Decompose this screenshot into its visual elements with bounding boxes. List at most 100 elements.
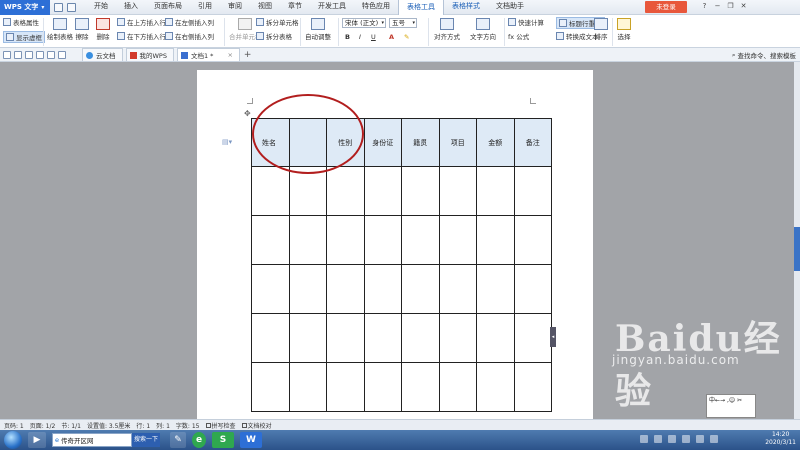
menu-table-style[interactable]: 表格样式	[444, 0, 488, 14]
table-cell[interactable]	[363, 313, 402, 363]
table-cell[interactable]	[401, 215, 440, 265]
ime-toolbar[interactable]: 中←→ ,☺ ✂	[706, 394, 756, 418]
menu-review[interactable]: 审阅	[220, 0, 250, 14]
table-cell[interactable]	[401, 362, 440, 412]
delete-button[interactable]: 删除	[96, 18, 110, 41]
italic-button[interactable]: I	[359, 33, 361, 41]
table-cell[interactable]	[251, 166, 290, 216]
login-button[interactable]: 未登录	[645, 1, 687, 13]
table-cell[interactable]	[438, 215, 477, 265]
ie-address-box[interactable]: e 传奇开区网	[52, 433, 132, 447]
text-direction-button[interactable]: 文字方向	[470, 18, 496, 41]
command-search[interactable]: ⌕ 查找命令、搜索模板	[732, 50, 796, 61]
wps-logo-button[interactable]: WPS 文字 ▾	[0, 0, 50, 15]
search-button[interactable]: 搜索一下	[132, 433, 160, 447]
insert-row-above-button[interactable]: 在上方插入行	[117, 17, 166, 27]
save-icon[interactable]	[14, 50, 22, 59]
quick-calc-button[interactable]: 快速计算	[508, 17, 544, 27]
menu-view[interactable]: 视图	[250, 0, 280, 14]
print-icon[interactable]	[25, 50, 33, 59]
table-cell[interactable]	[476, 215, 515, 265]
table-cell[interactable]	[513, 362, 552, 412]
insert-col-right-button[interactable]: 在右侧插入列	[165, 31, 214, 41]
table-cell[interactable]	[363, 362, 402, 412]
table-cell[interactable]	[288, 264, 327, 314]
erase-button[interactable]: 擦除	[75, 18, 89, 41]
table-move-handle-icon[interactable]: ✥	[244, 110, 252, 118]
media-player-icon[interactable]: ▶	[28, 432, 46, 448]
table-cell[interactable]	[476, 264, 515, 314]
tool-icon[interactable]: ✎	[170, 432, 186, 448]
help-icon[interactable]: ?	[700, 2, 709, 11]
volume-icon[interactable]	[696, 435, 704, 443]
table-properties-button[interactable]: 表格属性	[3, 17, 39, 27]
table-cell[interactable]	[326, 215, 365, 265]
table-cell[interactable]	[438, 264, 477, 314]
insert-col-left-button[interactable]: 在左侧插入列	[165, 17, 214, 27]
table-cell[interactable]	[438, 313, 477, 363]
table-cell[interactable]	[251, 313, 290, 363]
menu-developer[interactable]: 开发工具	[310, 0, 354, 14]
table-cell[interactable]	[363, 215, 402, 265]
formula-button[interactable]: fx 公式	[508, 31, 529, 41]
document-page[interactable]: ✥ ▤▾ 姓名 性别 身份证 籍贯 项目 金额 备注	[197, 70, 593, 419]
open-icon[interactable]	[3, 50, 11, 59]
side-panel-toggle[interactable]: ◂	[550, 327, 556, 347]
font-name-select[interactable]: 宋体 (正文) ▾	[342, 18, 386, 28]
menu-section[interactable]: 章节	[280, 0, 310, 14]
menu-layout[interactable]: 页面布局	[146, 0, 190, 14]
table-cell[interactable]	[288, 362, 327, 412]
menu-doc-assistant[interactable]: 文档助手	[488, 0, 532, 14]
insert-row-below-button[interactable]: 在下方插入行	[117, 31, 166, 41]
undo-icon[interactable]	[67, 2, 76, 12]
restore-icon[interactable]: ❐	[726, 2, 735, 11]
header-cell-origin[interactable]: 籍贯	[401, 118, 440, 167]
table-cell[interactable]	[401, 264, 440, 314]
tab-document[interactable]: 文档1 * ×	[176, 48, 240, 61]
align-button[interactable]: 对齐方式	[434, 18, 460, 41]
table-cell[interactable]	[326, 362, 365, 412]
table-cell[interactable]	[363, 166, 402, 216]
menu-home[interactable]: 开始	[86, 0, 116, 14]
select-button[interactable]: 选择	[617, 18, 631, 41]
table-cell[interactable]	[363, 264, 402, 314]
browser-icon[interactable]: e	[192, 432, 206, 448]
show-gridlines-button[interactable]: 显示虚框	[3, 31, 45, 43]
spell-check-toggle[interactable]: 拼写检查	[205, 421, 236, 430]
table-cell[interactable]	[513, 215, 552, 265]
table-cell[interactable]	[251, 264, 290, 314]
table-cell[interactable]	[288, 313, 327, 363]
auto-fit-button[interactable]: 自动调整	[305, 18, 331, 41]
paragraph-menu-icon[interactable]: ▤▾	[222, 138, 232, 146]
menu-features[interactable]: 特色应用	[354, 0, 398, 14]
table-cell[interactable]	[288, 215, 327, 265]
highlight-icon[interactable]: ✎	[404, 33, 409, 41]
font-size-select[interactable]: 五号 ▾	[389, 18, 417, 28]
underline-button[interactable]: U	[371, 33, 376, 41]
close-icon[interactable]: ✕	[739, 2, 748, 11]
tab-cloud-docs[interactable]: 云文档	[82, 48, 123, 61]
header-cell-notes[interactable]: 备注	[513, 118, 552, 167]
tray-icon[interactable]	[654, 435, 662, 443]
font-color-button[interactable]: A	[389, 33, 394, 41]
undo-icon[interactable]	[47, 50, 55, 59]
table-cell[interactable]	[438, 166, 477, 216]
preview-icon[interactable]	[36, 50, 44, 59]
menu-references[interactable]: 引用	[190, 0, 220, 14]
table-cell[interactable]	[326, 264, 365, 314]
close-tab-icon[interactable]: ×	[227, 51, 232, 59]
tray-icon[interactable]	[668, 435, 676, 443]
table-cell[interactable]	[438, 362, 477, 412]
table-cell[interactable]	[326, 313, 365, 363]
menu-table-tools[interactable]: 表格工具	[398, 0, 444, 15]
proofread-toggle[interactable]: 文档校对	[241, 421, 272, 430]
tab-my-wps[interactable]: 我的WPS	[125, 48, 174, 61]
scrollbar-thumb[interactable]	[794, 227, 800, 271]
bold-button[interactable]: B	[345, 33, 350, 41]
redo-icon[interactable]	[58, 50, 66, 59]
table-cell[interactable]	[476, 313, 515, 363]
tray-icon[interactable]	[640, 435, 648, 443]
tray-icon[interactable]	[710, 435, 718, 443]
draw-table-button[interactable]: 绘制表格	[47, 18, 73, 41]
header-cell-id[interactable]: 身份证	[363, 118, 402, 167]
